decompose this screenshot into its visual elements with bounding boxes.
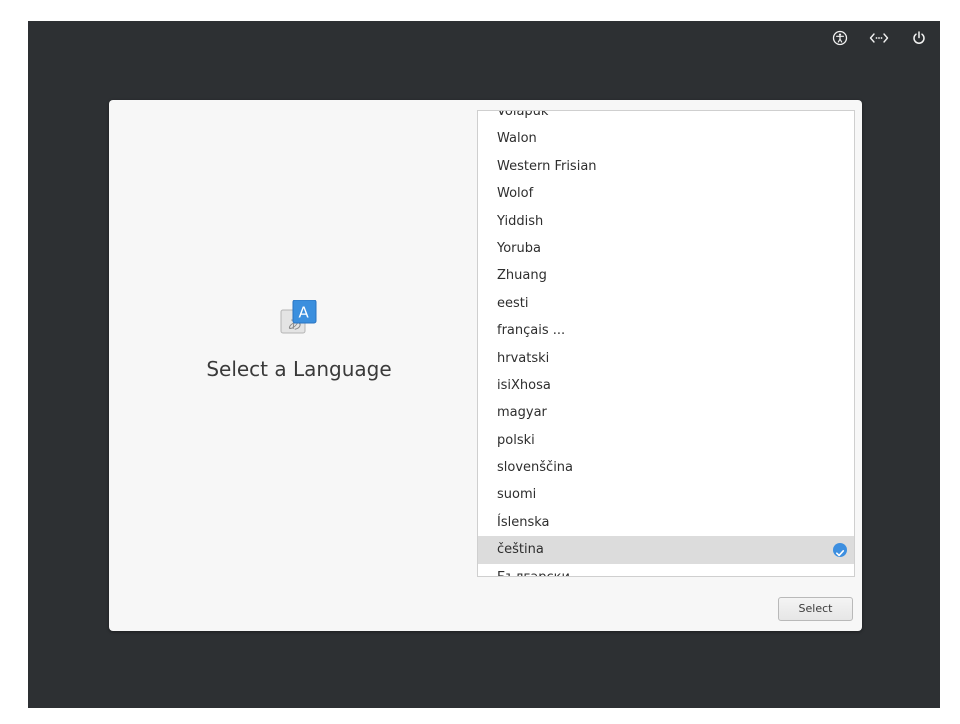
language-list-item[interactable]: isiXhosa: [478, 372, 854, 399]
page-title: Select a Language: [206, 357, 392, 381]
language-list-item[interactable]: čeština: [478, 536, 854, 564]
language-list-item[interactable]: suomi: [478, 481, 854, 508]
check-icon: [833, 543, 847, 558]
language-list-item[interactable]: Íslenska: [478, 509, 854, 536]
language-list-rows: Volapük Walon Western Frisian Wolof Yiddish Y…: [478, 111, 854, 576]
language-list-item[interactable]: magyar: [478, 399, 854, 426]
language-list-item[interactable]: polski: [478, 427, 854, 454]
power-icon[interactable]: [908, 28, 930, 48]
language-list-item[interactable]: Yiddish: [478, 208, 854, 235]
language-list-item[interactable]: Volapük: [478, 111, 854, 125]
language-list-item[interactable]: hrvatski: [478, 345, 854, 372]
language-list-item[interactable]: Western Frisian: [478, 153, 854, 180]
language-icon: あ A: [280, 299, 318, 336]
language-list-item[interactable]: Yoruba: [478, 235, 854, 262]
language-list-item[interactable]: eesti: [478, 290, 854, 317]
network-icon[interactable]: [868, 28, 890, 48]
svg-text:A: A: [299, 304, 310, 322]
language-list-item[interactable]: slovenščina: [478, 454, 854, 481]
accessibility-icon[interactable]: [829, 28, 851, 48]
language-list-item[interactable]: Български: [478, 564, 854, 576]
language-dialog: あ A Select a Language Volapük Walon Wester…: [109, 100, 862, 631]
left-pane: あ A Select a Language: [109, 100, 477, 631]
language-list[interactable]: Volapük Walon Western Frisian Wolof Yiddish Y…: [477, 110, 855, 577]
select-button[interactable]: Select: [778, 597, 853, 621]
language-list-item[interactable]: français ...: [478, 317, 854, 344]
language-list-item[interactable]: Walon: [478, 125, 854, 152]
language-list-item[interactable]: Wolof: [478, 180, 854, 207]
language-list-item[interactable]: Zhuang: [478, 262, 854, 289]
desktop-background: あ A Select a Language Volapük Walon Wester…: [28, 21, 940, 708]
